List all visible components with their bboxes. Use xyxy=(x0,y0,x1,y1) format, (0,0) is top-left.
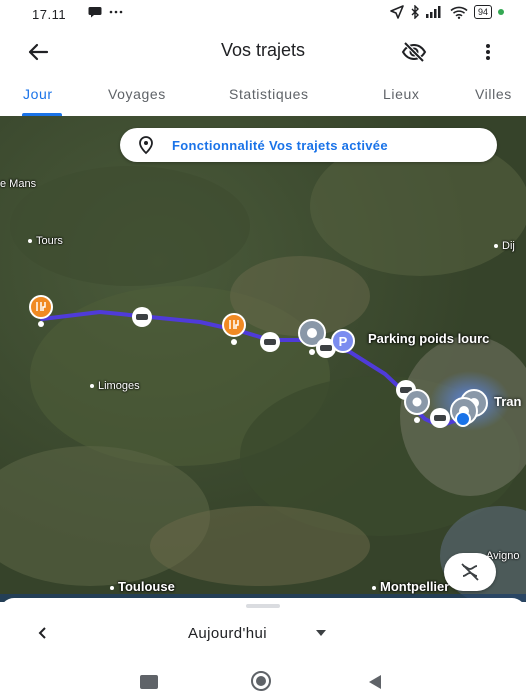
tab-statistiques[interactable]: Statistiques xyxy=(229,86,309,102)
current-location-dot xyxy=(455,411,471,427)
signal-icon xyxy=(425,6,441,18)
satellite-map xyxy=(0,116,526,602)
car-marker-2[interactable] xyxy=(258,330,282,354)
city-tours: Tours xyxy=(28,235,63,247)
banner-text: Fonctionnalité Vos trajets activée xyxy=(172,137,388,153)
city-limoges: Limoges xyxy=(90,380,140,392)
home-button[interactable] xyxy=(250,670,272,692)
visibility-off-icon xyxy=(401,41,427,63)
city-le-mans: e Mans xyxy=(0,178,37,190)
dots-icon xyxy=(109,10,123,14)
map-view[interactable]: Fonctionnalité Vos trajets activée e Man… xyxy=(0,116,526,602)
tab-jour[interactable]: Jour xyxy=(23,86,53,102)
tab-lieux[interactable]: Lieux xyxy=(383,86,419,102)
tab-bar: Jour Voyages Statistiques Lieux Villes xyxy=(0,78,526,116)
trips-enabled-banner[interactable]: Fonctionnalité Vos trajets activée xyxy=(120,128,497,162)
parking-label: Parking poids lourc xyxy=(368,331,490,346)
chat-icon xyxy=(88,7,102,18)
drag-handle[interactable] xyxy=(246,604,280,608)
recents-button[interactable] xyxy=(140,675,158,689)
more-options-button[interactable] xyxy=(476,38,500,66)
city-dijon: Dij xyxy=(494,240,515,252)
chevron-down-icon[interactable] xyxy=(316,630,326,636)
app-bar: Vos trajets xyxy=(0,30,526,74)
date-selector[interactable]: Aujourd'hui xyxy=(188,625,267,642)
car-marker-1[interactable] xyxy=(130,305,154,329)
more-vert-icon xyxy=(486,44,490,60)
hide-route-button[interactable] xyxy=(444,553,496,591)
city-toulouse: Toulouse xyxy=(110,579,175,594)
svg-text:P: P xyxy=(339,334,348,349)
city-montpellier: Montpellier xyxy=(372,579,449,594)
route-off-icon xyxy=(461,563,479,581)
location-arrow-icon xyxy=(390,5,404,19)
tab-villes[interactable]: Villes xyxy=(475,86,512,102)
previous-day-icon[interactable] xyxy=(34,624,52,642)
trans-label: Tran xyxy=(494,394,522,409)
hide-trips-button[interactable] xyxy=(400,38,428,66)
tab-voyages[interactable]: Voyages xyxy=(108,86,166,102)
page-title: Vos trajets xyxy=(220,40,306,60)
status-time: 17.11 xyxy=(32,7,67,22)
recording-dot-icon xyxy=(498,9,504,15)
bluetooth-icon xyxy=(411,5,419,19)
status-bar: 17.11 94 xyxy=(0,0,526,30)
wifi-icon xyxy=(450,6,468,19)
location-pin-icon xyxy=(139,136,153,155)
system-nav-bar xyxy=(0,664,526,700)
restaurant-marker-1[interactable] xyxy=(26,294,56,328)
parking-marker[interactable]: P xyxy=(330,328,356,354)
battery-icon: 94 xyxy=(473,5,492,19)
nav-back-button[interactable] xyxy=(365,672,385,692)
restaurant-marker-2[interactable] xyxy=(219,312,249,346)
